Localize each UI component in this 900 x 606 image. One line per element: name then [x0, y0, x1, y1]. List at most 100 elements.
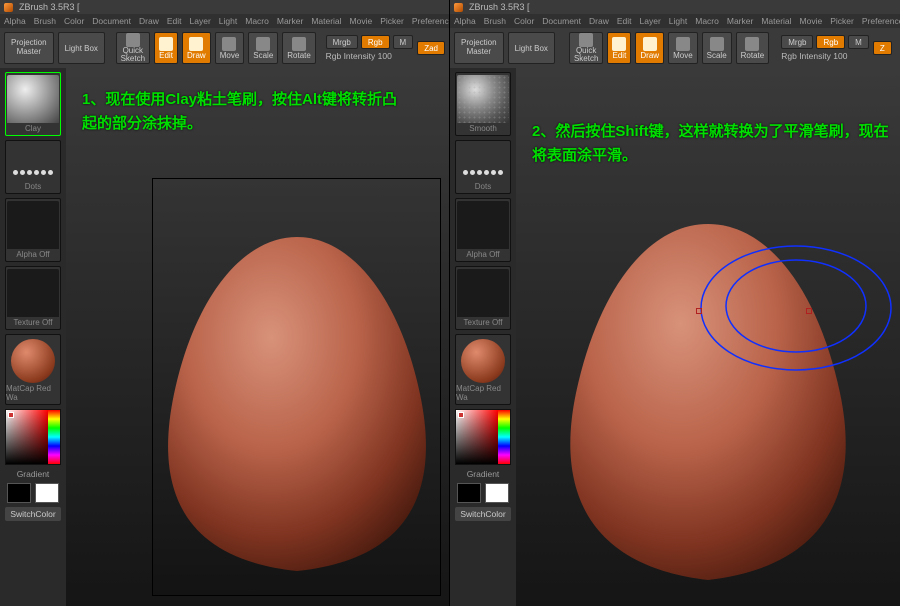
draw-mode-button[interactable]: Draw — [182, 32, 211, 64]
menu-movie[interactable]: Movie — [350, 16, 373, 26]
hue-strip[interactable] — [48, 410, 60, 464]
projection-master-button[interactable]: Projection Master — [454, 32, 504, 64]
menu-brush[interactable]: Brush — [34, 16, 56, 26]
brush-slot[interactable]: Clay — [5, 72, 61, 136]
material-slot[interactable]: MatCap Red Wa — [5, 334, 61, 405]
menu-document[interactable]: Document — [92, 16, 131, 26]
rgb-intensity-value[interactable]: 100 — [833, 51, 847, 61]
fg-bg-swatches[interactable] — [457, 483, 509, 503]
menu-macro[interactable]: Macro — [695, 16, 719, 26]
mrgb-button[interactable]: Mrgb — [781, 35, 813, 49]
menu-color[interactable]: Color — [64, 16, 84, 26]
symmetry-marker — [696, 308, 702, 314]
edit-mode-button[interactable]: Edit — [154, 32, 178, 64]
stroke-slot[interactable]: Dots — [455, 140, 511, 194]
menu-draw[interactable]: Draw — [139, 16, 159, 26]
color-handle-icon — [458, 412, 464, 418]
menu-light[interactable]: Light — [669, 16, 687, 26]
scale-mode-button[interactable]: Scale — [702, 32, 732, 64]
menu-marker[interactable]: Marker — [727, 16, 753, 26]
menu-edit[interactable]: Edit — [617, 16, 632, 26]
zadd-button[interactable]: Zad — [417, 41, 445, 55]
menu-material[interactable]: Material — [311, 16, 341, 26]
move-icon — [222, 37, 236, 51]
rotate-mode-button[interactable]: Rotate — [282, 32, 316, 64]
rgb-controls: Mrgb Rgb M Rgb Intensity 100 — [326, 35, 414, 61]
texture-slot[interactable]: Texture Off — [5, 266, 61, 330]
tool-shelf: Projection Master Light Box Quick Sketch… — [0, 28, 449, 68]
alpha-slot[interactable]: Alpha Off — [5, 198, 61, 262]
move-mode-button[interactable]: Move — [215, 32, 245, 64]
material-label: MatCap Red Wa — [6, 383, 60, 404]
gradient-label[interactable]: Gradient — [17, 469, 50, 479]
black-swatch[interactable] — [7, 483, 31, 503]
sv-plane[interactable] — [456, 410, 498, 464]
alpha-label: Alpha Off — [16, 249, 49, 261]
menu-color[interactable]: Color — [514, 16, 534, 26]
scale-mode-button[interactable]: Scale — [248, 32, 278, 64]
m-button[interactable]: M — [393, 35, 414, 49]
sv-plane[interactable] — [6, 410, 48, 464]
texture-slot[interactable]: Texture Off — [455, 266, 511, 330]
m-button[interactable]: M — [848, 35, 869, 49]
sculpt-mesh[interactable] — [152, 229, 442, 579]
menu-alpha[interactable]: Alpha — [454, 16, 476, 26]
rgb-button[interactable]: Rgb — [361, 35, 390, 49]
menu-picker[interactable]: Picker — [380, 16, 404, 26]
projection-master-button[interactable]: Projection Master — [4, 32, 54, 64]
brush-slot[interactable]: Smooth — [455, 72, 511, 136]
menu-picker[interactable]: Picker — [830, 16, 854, 26]
light-box-button[interactable]: Light Box — [58, 32, 105, 64]
material-slot[interactable]: MatCap Red Wa — [455, 334, 511, 405]
document-area[interactable] — [152, 178, 441, 596]
white-swatch[interactable] — [35, 483, 59, 503]
title-bar: ZBrush 3.5R3 [ — [450, 0, 900, 14]
switch-color-button[interactable]: SwitchColor — [455, 507, 511, 521]
alpha-slot[interactable]: Alpha Off — [455, 198, 511, 262]
menu-macro[interactable]: Macro — [245, 16, 269, 26]
color-picker[interactable] — [455, 409, 511, 465]
menu-marker[interactable]: Marker — [277, 16, 303, 26]
menu-layer[interactable]: Layer — [640, 16, 661, 26]
quick-sketch-button[interactable]: Quick Sketch — [569, 32, 603, 64]
gradient-label[interactable]: Gradient — [467, 469, 500, 479]
menu-preferences[interactable]: Preferences — [412, 16, 449, 26]
menu-alpha[interactable]: Alpha — [4, 16, 26, 26]
left-sidebar: Clay Dots Alpha Off Texture Off MatCap R… — [0, 68, 66, 606]
white-swatch[interactable] — [485, 483, 509, 503]
draw-mode-button[interactable]: Draw — [635, 32, 664, 64]
edit-mode-button[interactable]: Edit — [607, 32, 631, 64]
left-pane: ZBrush 3.5R3 [ Alpha Brush Color Documen… — [0, 0, 450, 606]
rgb-intensity-label: Rgb Intensity — [781, 51, 831, 61]
menu-light[interactable]: Light — [219, 16, 237, 26]
rgb-controls: Mrgb Rgb M Rgb Intensity 100 — [781, 35, 869, 61]
mrgb-button[interactable]: Mrgb — [326, 35, 358, 49]
menu-edit[interactable]: Edit — [167, 16, 182, 26]
light-box-button[interactable]: Light Box — [508, 32, 555, 64]
switch-color-button[interactable]: SwitchColor — [5, 507, 61, 521]
color-picker[interactable] — [5, 409, 61, 465]
rgb-intensity-value[interactable]: 100 — [378, 51, 392, 61]
menu-bar: Alpha Brush Color Document Draw Edit Lay… — [0, 14, 449, 28]
menu-movie[interactable]: Movie — [800, 16, 823, 26]
quick-sketch-button[interactable]: Quick Sketch — [116, 32, 150, 64]
material-thumb-icon — [11, 339, 55, 383]
menu-document[interactable]: Document — [542, 16, 581, 26]
rgb-button[interactable]: Rgb — [816, 35, 845, 49]
material-label: MatCap Red Wa — [456, 383, 510, 404]
move-mode-button[interactable]: Move — [668, 32, 698, 64]
viewport-left[interactable] — [66, 68, 449, 606]
menu-preferences[interactable]: Preferences — [862, 16, 900, 26]
black-swatch[interactable] — [457, 483, 481, 503]
menu-draw[interactable]: Draw — [589, 16, 609, 26]
rotate-mode-button[interactable]: Rotate — [736, 32, 770, 64]
stroke-slot[interactable]: Dots — [5, 140, 61, 194]
menu-layer[interactable]: Layer — [190, 16, 211, 26]
sculpt-mesh[interactable] — [558, 218, 858, 588]
menu-brush[interactable]: Brush — [484, 16, 506, 26]
zadd-button[interactable]: Z — [873, 41, 892, 55]
fg-bg-swatches[interactable] — [7, 483, 59, 503]
tool-shelf: Projection Master Light Box Quick Sketch… — [450, 28, 900, 68]
menu-material[interactable]: Material — [761, 16, 791, 26]
hue-strip[interactable] — [498, 410, 510, 464]
